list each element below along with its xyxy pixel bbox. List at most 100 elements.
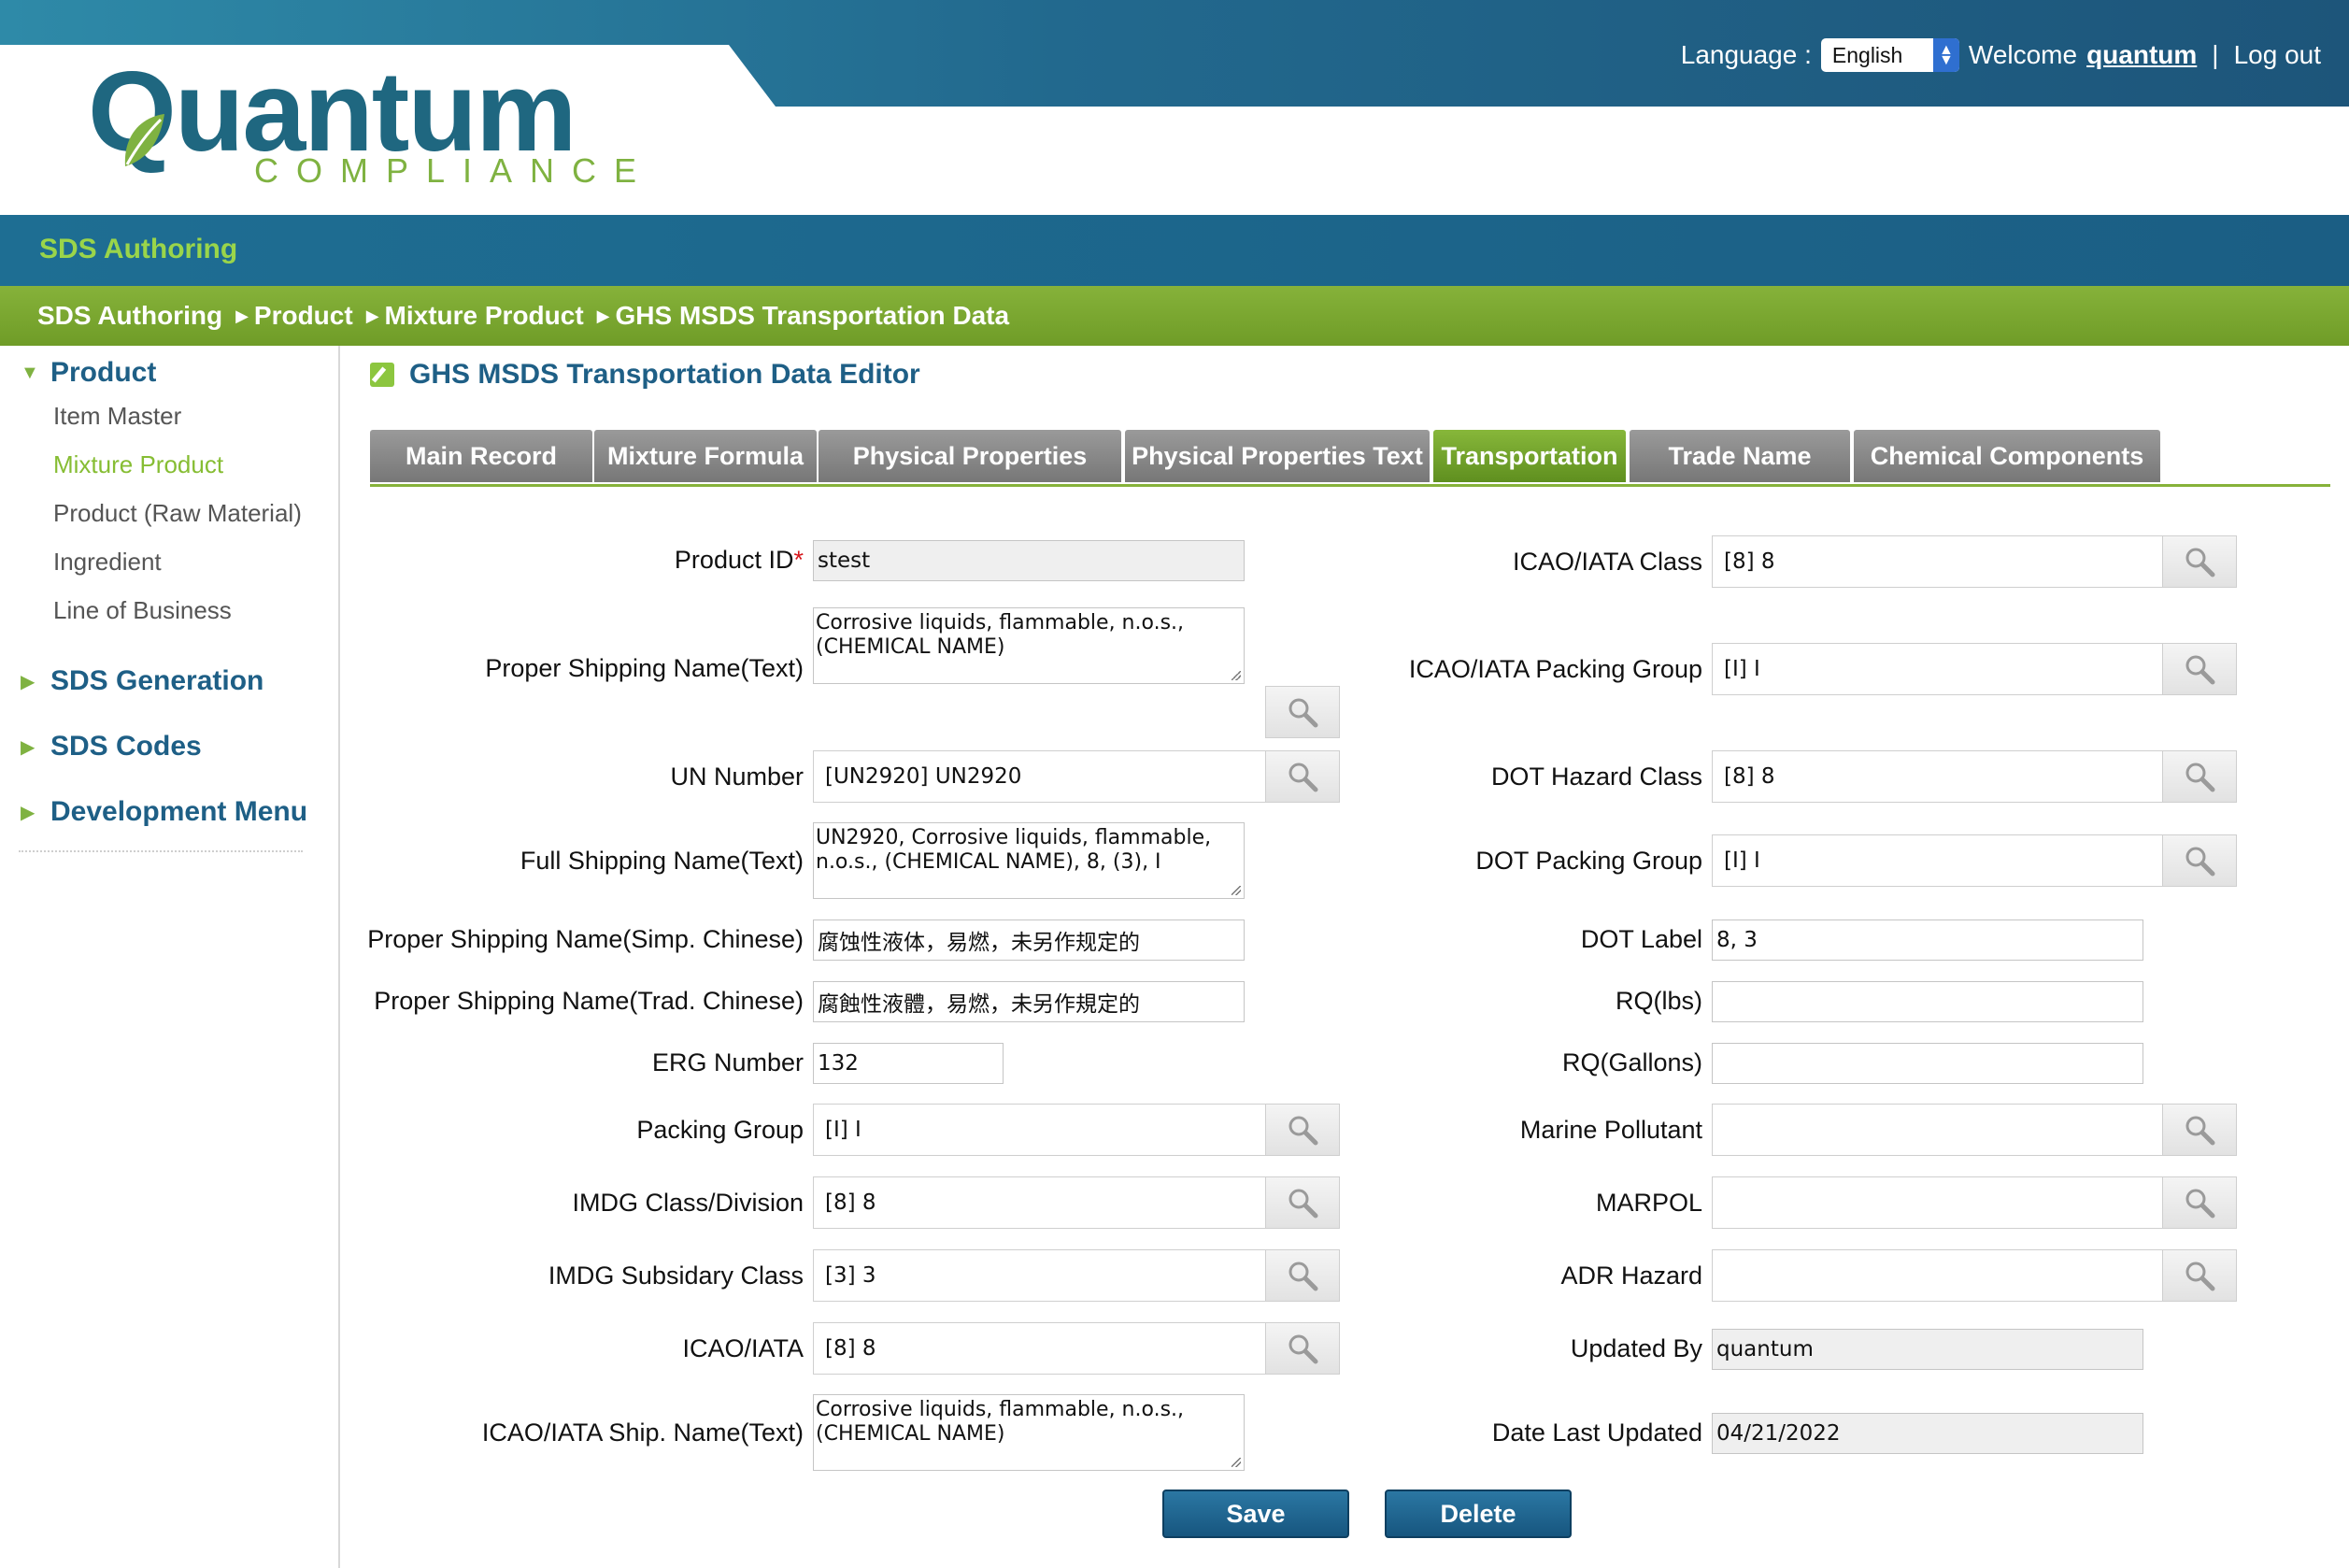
erg-number-field[interactable]: 132 <box>813 1043 1004 1084</box>
breadcrumb-product[interactable]: Product <box>254 301 353 331</box>
triangle-right-icon: ▶ <box>21 802 36 823</box>
sidebar-section-sds-generation[interactable]: ▶ SDS Generation <box>21 665 263 697</box>
select-arrows-icon: ▲ ▼ <box>1932 38 1959 72</box>
tab-chemical-components[interactable]: Chemical Components <box>1854 430 2160 482</box>
un-number-label: UN Number <box>670 763 804 791</box>
sidebar-item-line-of-business[interactable]: Line of Business <box>53 596 232 625</box>
adr-hazard-search-button[interactable] <box>2162 1249 2237 1302</box>
psn-trad-chinese-field[interactable]: 腐蝕性液體，易燃，未另作規定的 <box>813 981 1245 1022</box>
triangle-right-icon: ▶ <box>21 671 36 692</box>
sidebar-item-mixture-product[interactable]: Mixture Product <box>53 450 223 479</box>
tab-main-record[interactable]: Main Record <box>370 430 592 482</box>
sidebar-section-product[interactable]: ▼ Product <box>21 357 156 389</box>
icao-class-field[interactable]: [8] 8 <box>1712 535 2164 588</box>
icao-iata-search-button[interactable] <box>1265 1322 1340 1375</box>
logout-link[interactable]: Log out <box>2234 40 2321 70</box>
tab-mixture-formula[interactable]: Mixture Formula <box>594 430 817 482</box>
psn-simp-chinese-field[interactable]: 腐蚀性液体，易燃，未另作规定的 <box>813 919 1245 961</box>
marine-pollutant-field[interactable] <box>1712 1104 2164 1156</box>
dot-packing-group-field[interactable]: [I] I <box>1712 834 2164 887</box>
sidebar-section-development-menu[interactable]: ▶ Development Menu <box>21 796 307 828</box>
breadcrumb-mixture-product[interactable]: Mixture Product <box>385 301 584 331</box>
imdg-class-label: IMDG Class/Division <box>572 1189 804 1217</box>
proper-shipping-name-search-button[interactable] <box>1265 686 1340 738</box>
breadcrumb-sds-authoring[interactable]: SDS Authoring <box>37 301 222 331</box>
search-icon <box>2185 847 2215 877</box>
marine-pollutant-search-button[interactable] <box>2162 1104 2237 1156</box>
tab-trade-name[interactable]: Trade Name <box>1630 430 1850 482</box>
icao-ship-name-textarea[interactable]: Corrosive liquids, flammable, n.o.s., (C… <box>813 1394 1245 1471</box>
imdg-subsidiary-field[interactable]: [3] 3 <box>813 1249 1267 1302</box>
icao-class-search-button[interactable] <box>2162 535 2237 588</box>
search-icon <box>2185 1189 2215 1219</box>
packing-group-search-button[interactable] <box>1265 1104 1340 1156</box>
dot-label-field[interactable]: 8, 3 <box>1712 919 2143 961</box>
search-icon <box>1288 1189 1318 1219</box>
dot-hazard-class-field[interactable]: [8] 8 <box>1712 750 2164 803</box>
sidebar-item-item-master[interactable]: Item Master <box>53 402 181 431</box>
imdg-class-field[interactable]: [8] 8 <box>813 1176 1267 1229</box>
marpol-search-button[interactable] <box>2162 1176 2237 1229</box>
breadcrumb: SDS Authoring ▶ Product ▶ Mixture Produc… <box>0 286 2349 346</box>
icao-packing-group-search-button[interactable] <box>2162 643 2237 695</box>
tab-physical-properties-text[interactable]: Physical Properties Text <box>1125 430 1430 482</box>
tab-bar: Main Record Mixture Formula Physical Pro… <box>370 430 2330 487</box>
icao-iata-field[interactable]: [8] 8 <box>813 1322 1267 1375</box>
adr-hazard-label: ADR Hazard <box>1560 1262 1702 1290</box>
un-number-field[interactable]: [UN2920] UN2920 <box>813 750 1267 803</box>
psn-simp-chinese-label: Proper Shipping Name(Simp. Chinese) <box>367 925 804 953</box>
imdg-subsidiary-search-button[interactable] <box>1265 1249 1340 1302</box>
breadcrumb-arrow-icon: ▶ <box>235 306 249 325</box>
save-button[interactable]: Save <box>1162 1490 1349 1538</box>
adr-hazard-field[interactable] <box>1712 1249 2164 1302</box>
logo-subtitle: COMPLIANCE <box>254 151 655 190</box>
packing-group-field[interactable]: [I] I <box>813 1104 1267 1156</box>
triangle-down-icon: ▼ <box>21 362 39 383</box>
search-icon <box>1288 763 1318 792</box>
rq-lbs-label: RQ(lbs) <box>1616 987 1702 1015</box>
updated-by-field: quantum <box>1712 1329 2143 1370</box>
dot-packing-group-label: DOT Packing Group <box>1475 847 1702 875</box>
psn-trad-chinese-label: Proper Shipping Name(Trad. Chinese) <box>374 987 804 1015</box>
app-title: SDS Authoring <box>39 234 238 264</box>
sidebar: ▼ Product Item Master Mixture Product Pr… <box>0 346 340 1568</box>
packing-group-label: Packing Group <box>636 1116 804 1144</box>
sidebar-section-sds-codes[interactable]: ▶ SDS Codes <box>21 731 202 763</box>
imdg-class-search-button[interactable] <box>1265 1176 1340 1229</box>
app-title-bar: SDS Authoring <box>0 215 2349 286</box>
un-number-search-button[interactable] <box>1265 750 1340 803</box>
product-id-field[interactable]: stest <box>813 540 1245 581</box>
full-shipping-name-textarea[interactable]: UN2920, Corrosive liquids, flammable, n.… <box>813 822 1245 899</box>
rq-lbs-field[interactable] <box>1712 981 2143 1022</box>
breadcrumb-arrow-icon: ▶ <box>365 306 379 325</box>
marine-pollutant-label: Marine Pollutant <box>1519 1116 1702 1144</box>
triangle-right-icon: ▶ <box>21 736 36 758</box>
search-icon <box>2185 1262 2215 1291</box>
search-icon <box>1288 698 1318 728</box>
marpol-label: MARPOL <box>1595 1189 1702 1217</box>
dot-packing-group-search-button[interactable] <box>2162 834 2237 887</box>
language-label: Language : <box>1680 40 1812 69</box>
search-icon <box>2185 655 2215 685</box>
top-user-bar: Language : English ▲ ▼ Welcome quantum | … <box>1681 36 2321 75</box>
breadcrumb-current: GHS MSDS Transportation Data <box>615 301 1010 330</box>
proper-shipping-name-textarea[interactable]: Corrosive liquids, flammable, n.o.s., (C… <box>813 607 1245 684</box>
language-value: English <box>1831 42 1903 67</box>
sidebar-item-ingredient[interactable]: Ingredient <box>53 548 162 577</box>
dot-hazard-class-search-button[interactable] <box>2162 750 2237 803</box>
editor-title: GHS MSDS Transportation Data Editor <box>370 359 920 391</box>
tab-physical-properties[interactable]: Physical Properties <box>819 430 1121 482</box>
language-select[interactable]: English ▲ ▼ <box>1820 38 1959 72</box>
tab-transportation[interactable]: Transportation <box>1433 430 1626 482</box>
welcome-text: Welcome <box>1968 40 2078 69</box>
marpol-field[interactable] <box>1712 1176 2164 1229</box>
sidebar-item-product-raw-material[interactable]: Product (Raw Material) <box>53 499 302 528</box>
rq-gallons-field[interactable] <box>1712 1043 2143 1084</box>
icao-packing-group-field[interactable]: [I] I <box>1712 643 2164 695</box>
search-icon <box>1288 1262 1318 1291</box>
date-last-updated-field: 04/21/2022 <box>1712 1413 2143 1454</box>
user-link[interactable]: quantum <box>2086 40 2197 70</box>
full-shipping-name-label: Full Shipping Name(Text) <box>520 847 804 875</box>
updated-by-label: Updated By <box>1570 1334 1702 1362</box>
delete-button[interactable]: Delete <box>1385 1490 1572 1538</box>
